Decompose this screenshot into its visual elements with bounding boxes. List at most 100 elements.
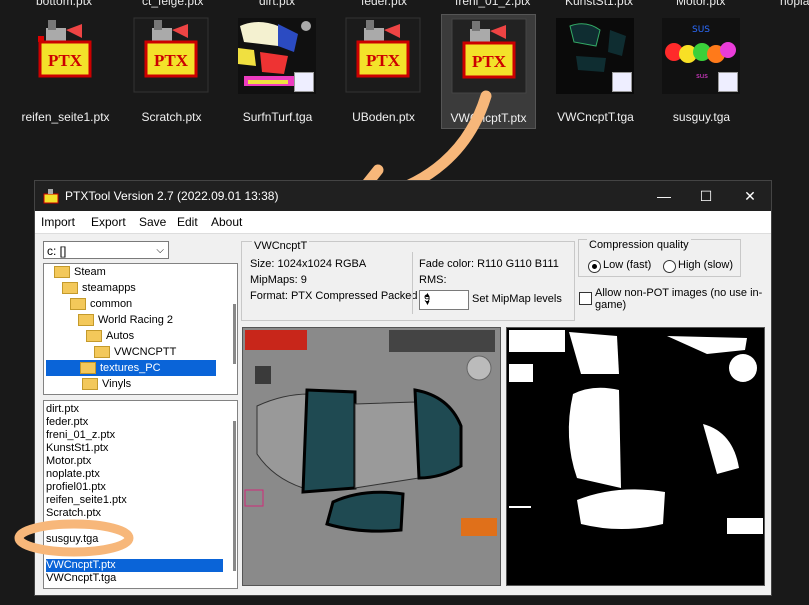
folder-open-icon <box>80 362 96 375</box>
list-item-selected[interactable]: VWCncptT.ptx <box>46 559 223 572</box>
file-tile[interactable]: PTX reifen_seite1.ptx <box>18 14 113 129</box>
annotation-circle <box>14 519 134 557</box>
file-tile-name: Scratch.ptx <box>141 110 202 124</box>
menu-bar: Import Export Save Edit About <box>35 211 771 234</box>
texture-size: Size: 1024x1024 RGBA <box>250 258 367 270</box>
tree-item[interactable]: common <box>70 296 132 312</box>
mipmap-stepper[interactable]: 9 ▲ ▼ <box>419 290 469 310</box>
texture-image <box>243 328 500 585</box>
file-tile[interactable]: PTX Scratch.ptx <box>124 14 219 129</box>
folder-icon <box>94 346 110 359</box>
tga-thumbnail <box>556 16 634 94</box>
low-quality-radio[interactable] <box>588 260 601 273</box>
top-label[interactable]: Motor.ptx <box>676 0 725 8</box>
top-label[interactable]: bottom.ptx <box>36 0 92 8</box>
non-pot-label[interactable]: Allow non-POT images (no use in-game) <box>595 287 765 311</box>
drive-select[interactable]: c: [] ⌵ <box>43 241 169 259</box>
fade-color: Fade color: R110 G110 B111 <box>419 258 559 270</box>
compression-legend: Compression quality <box>587 239 691 251</box>
svg-text:PTX: PTX <box>472 52 507 71</box>
tree-item[interactable]: World Racing 2 <box>78 312 173 328</box>
tree-item[interactable]: Autos <box>86 328 134 344</box>
top-label[interactable]: ct_felge.ptx <box>142 0 203 8</box>
chevron-down-icon: ⌵ <box>156 245 164 256</box>
menu-save[interactable]: Save <box>139 215 166 229</box>
stepper-down-icon[interactable]: ▼ <box>424 300 466 307</box>
svg-text:sus: sus <box>696 72 708 80</box>
texture-name: VWCncptT <box>252 240 310 252</box>
svg-text:PTX: PTX <box>48 51 83 70</box>
top-label[interactable]: nopla <box>780 0 809 8</box>
folder-icon <box>86 330 102 343</box>
top-label[interactable]: freni_01_z.ptx <box>455 0 530 8</box>
high-quality-radio[interactable] <box>663 260 676 273</box>
file-tile-name: SurfnTurf.tga <box>242 110 313 124</box>
top-label[interactable]: KunstSt1.ptx <box>565 0 633 8</box>
list-item[interactable]: noplate.ptx <box>46 468 223 481</box>
texture-preview <box>242 327 501 586</box>
ptx-file-icon: PTX <box>26 16 104 94</box>
tree-item[interactable]: Steam <box>54 264 106 280</box>
tga-thumbnail <box>238 16 316 94</box>
ptx-file-icon: PTX <box>344 16 422 94</box>
divider <box>412 252 413 314</box>
list-item[interactable]: freni_01_z.ptx <box>46 429 223 442</box>
ptxtool-window: PTXTool Version 2.7 (2022.09.01 13:38) —… <box>34 180 772 596</box>
folder-icon <box>82 378 98 391</box>
tree-item[interactable]: steamapps <box>62 280 136 296</box>
folder-tree[interactable]: Steam steamapps common World Racing 2 Au… <box>43 263 238 395</box>
list-item[interactable]: profiel01.ptx <box>46 481 223 494</box>
list-item[interactable]: dirt.ptx <box>46 403 223 416</box>
texture-mipmaps: MipMaps: 9 <box>250 274 307 286</box>
alpha-image <box>507 328 764 585</box>
ptx-file-icon: PTX <box>450 17 528 95</box>
ptx-file-icon: PTX <box>132 16 210 94</box>
menu-export[interactable]: Export <box>91 215 126 229</box>
folder-icon <box>54 266 70 279</box>
file-tile-name: reifen_seite1.ptx <box>21 110 110 124</box>
tree-item[interactable]: VWCNCPTT <box>94 344 176 360</box>
file-list-scrollbar[interactable] <box>233 421 236 571</box>
window-title: PTXTool Version 2.7 (2022.09.01 13:38) <box>65 189 279 203</box>
tga-file-icon <box>294 72 314 92</box>
list-item[interactable]: KunstSt1.ptx <box>46 442 223 455</box>
svg-text:PTX: PTX <box>154 51 189 70</box>
file-list[interactable]: dirt.ptx feder.ptx freni_01_z.ptx KunstS… <box>43 400 238 589</box>
tree-item[interactable]: Vinyls <box>82 376 131 392</box>
list-item[interactable]: reifen_seite1.ptx <box>46 494 223 507</box>
svg-text:PTX: PTX <box>366 51 401 70</box>
rms-label: RMS: <box>419 274 447 286</box>
minimize-button[interactable]: — <box>643 181 685 211</box>
top-label[interactable]: feder.ptx <box>361 0 407 8</box>
menu-about[interactable]: About <box>211 215 242 229</box>
high-quality-label[interactable]: High (slow) <box>678 259 733 271</box>
texture-info-panel: VWCncptT Size: 1024x1024 RGBA MipMaps: 9… <box>241 240 575 321</box>
menu-edit[interactable]: Edit <box>177 215 198 229</box>
non-pot-checkbox[interactable] <box>579 292 592 305</box>
list-item[interactable]: VWCncptT.tga <box>46 572 223 585</box>
file-tile[interactable]: SUS sus susguy.tga <box>654 14 749 129</box>
title-bar[interactable]: PTXTool Version 2.7 (2022.09.01 13:38) —… <box>35 181 771 211</box>
folder-icon <box>78 314 94 327</box>
low-quality-label[interactable]: Low (fast) <box>603 259 651 271</box>
file-tile[interactable]: SurfnTurf.tga <box>230 14 325 129</box>
close-button[interactable]: ✕ <box>729 181 771 211</box>
top-label[interactable]: dirt.ptx <box>259 0 295 8</box>
list-item[interactable]: Motor.ptx <box>46 455 223 468</box>
drive-select-value: c: [] <box>47 244 67 258</box>
tga-thumbnail: SUS sus <box>662 16 740 94</box>
file-tile[interactable]: VWCncptT.tga <box>548 14 643 129</box>
alpha-preview <box>506 327 765 586</box>
tree-scrollbar[interactable] <box>233 304 236 364</box>
list-item[interactable]: feder.ptx <box>46 416 223 429</box>
file-tile-name: susguy.tga <box>672 110 731 124</box>
folder-icon <box>62 282 78 295</box>
tree-item-selected[interactable]: textures_PC <box>46 360 216 376</box>
stepper-up-icon[interactable]: ▲ <box>424 292 466 299</box>
compression-group: Compression quality Low (fast) High (slo… <box>578 239 741 277</box>
folder-icon <box>70 298 86 311</box>
tga-file-icon <box>718 72 738 92</box>
set-mipmap-label: Set MipMap levels <box>472 293 562 305</box>
menu-import[interactable]: Import <box>41 215 75 229</box>
maximize-button[interactable]: ☐ <box>685 181 727 211</box>
